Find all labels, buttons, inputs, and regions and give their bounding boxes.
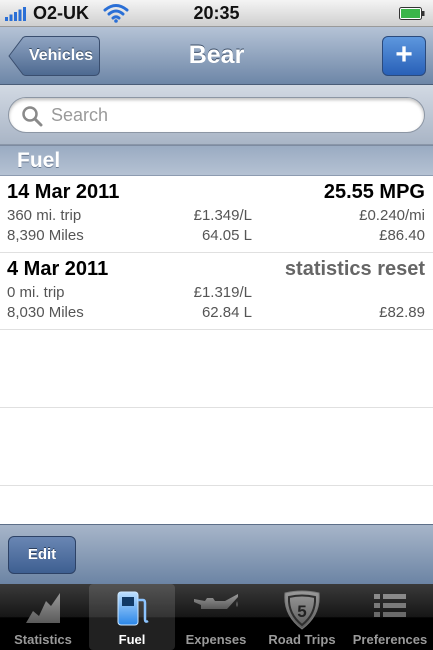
oil-can-icon <box>194 594 238 609</box>
entry-odometer: 8,390 Miles <box>7 227 84 244</box>
empty-row <box>0 408 433 486</box>
back-button-label: Vehicles <box>28 47 94 64</box>
entry-trip: 360 mi. trip <box>7 207 82 224</box>
entry-trip: 0 mi. trip <box>7 284 65 301</box>
tab-expenses[interactable]: Expenses <box>173 584 259 650</box>
list-icon <box>374 594 406 617</box>
tab-preferences[interactable]: Preferences <box>347 584 433 650</box>
status-bar: O2-UK 20:35 <box>0 0 433 27</box>
entry-total: £86.40 <box>379 227 425 244</box>
add-button[interactable]: + <box>382 36 426 76</box>
fuel-entry-row[interactable]: 14 Mar 2011 25.55 MPG 360 mi. trip £1.34… <box>0 176 433 253</box>
page-title: Bear <box>188 41 245 69</box>
edit-button[interactable]: Edit <box>8 536 76 574</box>
entry-mpg: 25.55 MPG <box>323 181 425 203</box>
entry-status: statistics reset <box>284 258 425 280</box>
battery-icon <box>399 7 425 20</box>
entry-cost-per-mile: £0.240/mi <box>359 207 425 224</box>
fuel-pump-icon <box>117 591 149 626</box>
section-header: Fuel <box>0 145 433 176</box>
entry-date: 4 Mar 2011 <box>7 258 109 280</box>
plus-icon: + <box>395 38 413 71</box>
tab-label: Expenses <box>185 632 247 647</box>
entry-volume: 62.84 L <box>201 304 252 321</box>
tab-label: Road Trips <box>268 632 336 647</box>
highway-sign-icon: 5 <box>284 590 320 630</box>
search-field[interactable] <box>8 97 425 133</box>
bottom-toolbar: Edit <box>0 524 433 584</box>
highway-badge: 5 <box>297 602 306 621</box>
back-button[interactable]: Vehicles <box>8 36 100 76</box>
entry-volume: 64.05 L <box>201 227 252 244</box>
navigation-bar: Vehicles Bear + <box>0 27 433 85</box>
edit-button-label: Edit <box>27 546 57 563</box>
entry-price-per-litre: £1.319/L <box>193 284 252 301</box>
tab-label: Fuel <box>118 632 146 647</box>
entry-price-per-litre: £1.349/L <box>193 207 252 224</box>
tab-label: Preferences <box>352 632 428 647</box>
tab-bar: Statistics Fuel Expenses 5 Road Trips Pr… <box>0 584 433 650</box>
tab-fuel[interactable]: Fuel <box>89 584 175 650</box>
tab-label: Statistics <box>14 632 72 647</box>
search-icon <box>22 106 43 127</box>
section-title: Fuel <box>17 149 61 172</box>
search-input[interactable] <box>51 98 411 132</box>
entry-odometer: 8,030 Miles <box>7 304 84 321</box>
entry-date: 14 Mar 2011 <box>7 181 120 203</box>
tab-road-trips[interactable]: 5 Road Trips <box>259 584 345 650</box>
search-bar <box>0 85 433 145</box>
status-time: 20:35 <box>193 3 240 23</box>
empty-row <box>0 330 433 408</box>
entry-total: £82.89 <box>379 304 425 321</box>
statistics-icon <box>26 593 60 623</box>
tab-statistics[interactable]: Statistics <box>0 584 86 650</box>
fuel-entry-row[interactable]: 4 Mar 2011 statistics reset 0 mi. trip £… <box>0 253 433 330</box>
